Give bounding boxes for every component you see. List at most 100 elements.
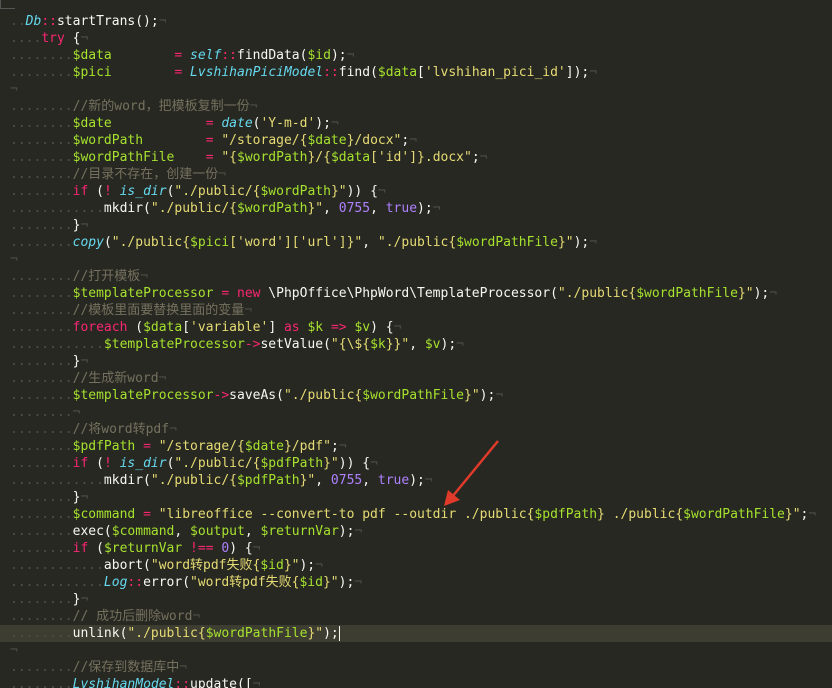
code-editor[interactable]: ..Db::startTrans();¬ ....try {¬ ........$d… bbox=[0, 0, 832, 688]
code-line[interactable]: ........copy("./public{$pici['word']['ur… bbox=[0, 234, 832, 251]
text-caret bbox=[338, 626, 340, 641]
code-line[interactable]: ............mkdir("./public/{$wordPath}"… bbox=[0, 200, 832, 217]
code-line[interactable]: ........$date = date('Y-m-d');¬ bbox=[0, 115, 832, 132]
code-token: abort( bbox=[103, 558, 151, 573]
code-line[interactable]: ........}¬ bbox=[0, 353, 832, 370]
code-line[interactable]: ............$templateProcessor->setValue… bbox=[0, 336, 832, 353]
code-line[interactable]: ........LvshihanModel::update([¬ bbox=[0, 676, 832, 688]
code-token: ........ bbox=[10, 388, 73, 403]
code-line[interactable]: ..Db::startTrans();¬ bbox=[0, 13, 832, 30]
code-token: ........ bbox=[10, 218, 73, 233]
code-token: $command bbox=[111, 524, 175, 539]
code-line[interactable]: ¬ bbox=[0, 81, 832, 98]
code-token: ); bbox=[338, 524, 355, 539]
code-line[interactable]: ........//将word转pdf¬ bbox=[0, 421, 832, 438]
code-line[interactable]: ........if (! is_dir("./public/{$wordPat… bbox=[0, 183, 832, 200]
code-token: ¬ bbox=[80, 354, 89, 369]
code-token: ( bbox=[88, 184, 104, 199]
code-token: ........ bbox=[10, 405, 73, 420]
code-line[interactable]: ........unlink("./public{$wordPathFile}"… bbox=[0, 625, 832, 642]
code-token: , bbox=[409, 337, 425, 352]
code-line[interactable]: ........//目录不存在，创建一份¬ bbox=[0, 166, 832, 183]
code-line[interactable]: ........$templateProcessor = new \PhpOff… bbox=[0, 285, 832, 302]
code-token: => bbox=[330, 320, 347, 335]
code-line[interactable]: ........$pici = LvshihanPiciModel::find(… bbox=[0, 64, 832, 81]
code-line[interactable]: ....try {¬ bbox=[0, 30, 832, 47]
code-line[interactable]: ........¬ bbox=[0, 404, 832, 421]
code-token: "./public/{ bbox=[150, 473, 237, 488]
code-token: }" bbox=[283, 558, 300, 573]
code-line[interactable]: ........}¬ bbox=[0, 217, 832, 234]
code-line[interactable]: ........// 成功后删除word¬ bbox=[0, 608, 832, 625]
code-line[interactable]: ........$data = self::findData($id);¬ bbox=[0, 47, 832, 64]
code-token: ¬ bbox=[169, 422, 177, 437]
code-token: $data bbox=[377, 65, 418, 80]
code-line[interactable]: ¬ bbox=[0, 251, 832, 268]
code-token: ! bbox=[103, 184, 112, 199]
code-token: ¬ bbox=[72, 405, 81, 420]
code-token: [ bbox=[182, 320, 191, 335]
code-token: ........ bbox=[10, 235, 73, 250]
code-token: ........ bbox=[10, 303, 73, 318]
code-token: :: bbox=[174, 677, 191, 688]
code-token: = bbox=[221, 286, 230, 301]
code-line[interactable]: ¬ bbox=[0, 642, 832, 659]
code-token: ¬ bbox=[80, 490, 89, 505]
code-line[interactable]: ........$wordPath = "/storage/{$date}/do… bbox=[0, 132, 832, 149]
code-token: }" bbox=[737, 286, 754, 301]
code-token: $wordPathFile bbox=[456, 235, 558, 250]
code-line[interactable]: ........//生成新word¬ bbox=[0, 370, 832, 387]
code-token: $wordPathFile bbox=[636, 286, 738, 301]
code-token: $id bbox=[260, 558, 284, 573]
code-token: ); bbox=[409, 473, 425, 488]
code-token: $returnVar bbox=[103, 541, 183, 556]
code-token: ( bbox=[127, 320, 144, 335]
code-token: Log bbox=[103, 575, 128, 590]
code-line[interactable]: ........}¬ bbox=[0, 489, 832, 506]
code-token: ¬ bbox=[158, 371, 167, 386]
code-line[interactable]: ........//打开模板¬ bbox=[0, 268, 832, 285]
code-token: if bbox=[72, 456, 89, 471]
code-token: ¬ bbox=[495, 388, 504, 403]
code-token: }" bbox=[464, 388, 480, 403]
code-line[interactable]: ............Log::error("word转pdf失败{$id}"… bbox=[0, 574, 832, 591]
code-token: }" bbox=[307, 201, 324, 216]
code-token: }" bbox=[299, 473, 316, 488]
code-line[interactable]: ........$command = "libreoffice --conver… bbox=[0, 506, 832, 523]
code-token: foreach bbox=[72, 320, 128, 335]
code-token: //保存到数据库中 bbox=[72, 660, 180, 675]
code-token: , bbox=[370, 201, 386, 216]
code-token: 0755 bbox=[330, 473, 363, 488]
code-token: }/pdf" bbox=[283, 439, 331, 454]
code-token: $returnVar bbox=[260, 524, 339, 539]
code-token: //目录不存在，创建一份 bbox=[72, 167, 219, 182]
code-line[interactable]: ............mkdir("./public/{$pdfPath}",… bbox=[0, 472, 832, 489]
code-token: ¬ bbox=[80, 592, 89, 607]
code-token: 0 bbox=[221, 541, 230, 556]
code-token: ( bbox=[88, 456, 104, 471]
code-line[interactable]: ........$pdfPath = "/storage/{$date}/pdf… bbox=[0, 438, 832, 455]
code-line[interactable]: ........foreach ($data['variable'] as $k… bbox=[0, 319, 832, 336]
code-token: true bbox=[377, 473, 410, 488]
code-line[interactable]: ........if ($returnVar !== 0) {¬ bbox=[0, 540, 832, 557]
code-line[interactable]: ........//新的word，把模板复制一份¬ bbox=[0, 98, 832, 115]
code-token: copy bbox=[72, 235, 104, 250]
code-line[interactable]: ........exec($command, $output, $returnV… bbox=[0, 523, 832, 540]
code-line[interactable]: ........}¬ bbox=[0, 591, 832, 608]
code-line[interactable]: ........$templateProcessor->saveAs("./pu… bbox=[0, 387, 832, 404]
code-token: $data bbox=[143, 320, 183, 335]
code-line[interactable]: ........if (! is_dir("./public/{$pdfPath… bbox=[0, 455, 832, 472]
code-line[interactable]: ........$wordPathFile = "{$wordPath}/{$d… bbox=[0, 149, 832, 166]
code-token: ); bbox=[338, 575, 355, 590]
code-token: unlink( bbox=[72, 626, 128, 641]
code-line[interactable]: ........//保存到数据库中¬ bbox=[0, 659, 832, 676]
code-token: //生成新word bbox=[72, 371, 159, 386]
code-token: { bbox=[362, 184, 378, 199]
code-token: "./public{ bbox=[127, 626, 206, 641]
code-line[interactable]: ............abort("word转pdf失败{$id}");¬ bbox=[0, 557, 832, 574]
code-token: ¬ bbox=[346, 48, 355, 63]
code-line[interactable]: ........//模板里面要替换里面的变量¬ bbox=[0, 302, 832, 319]
code-token: setValue( bbox=[260, 337, 331, 352]
